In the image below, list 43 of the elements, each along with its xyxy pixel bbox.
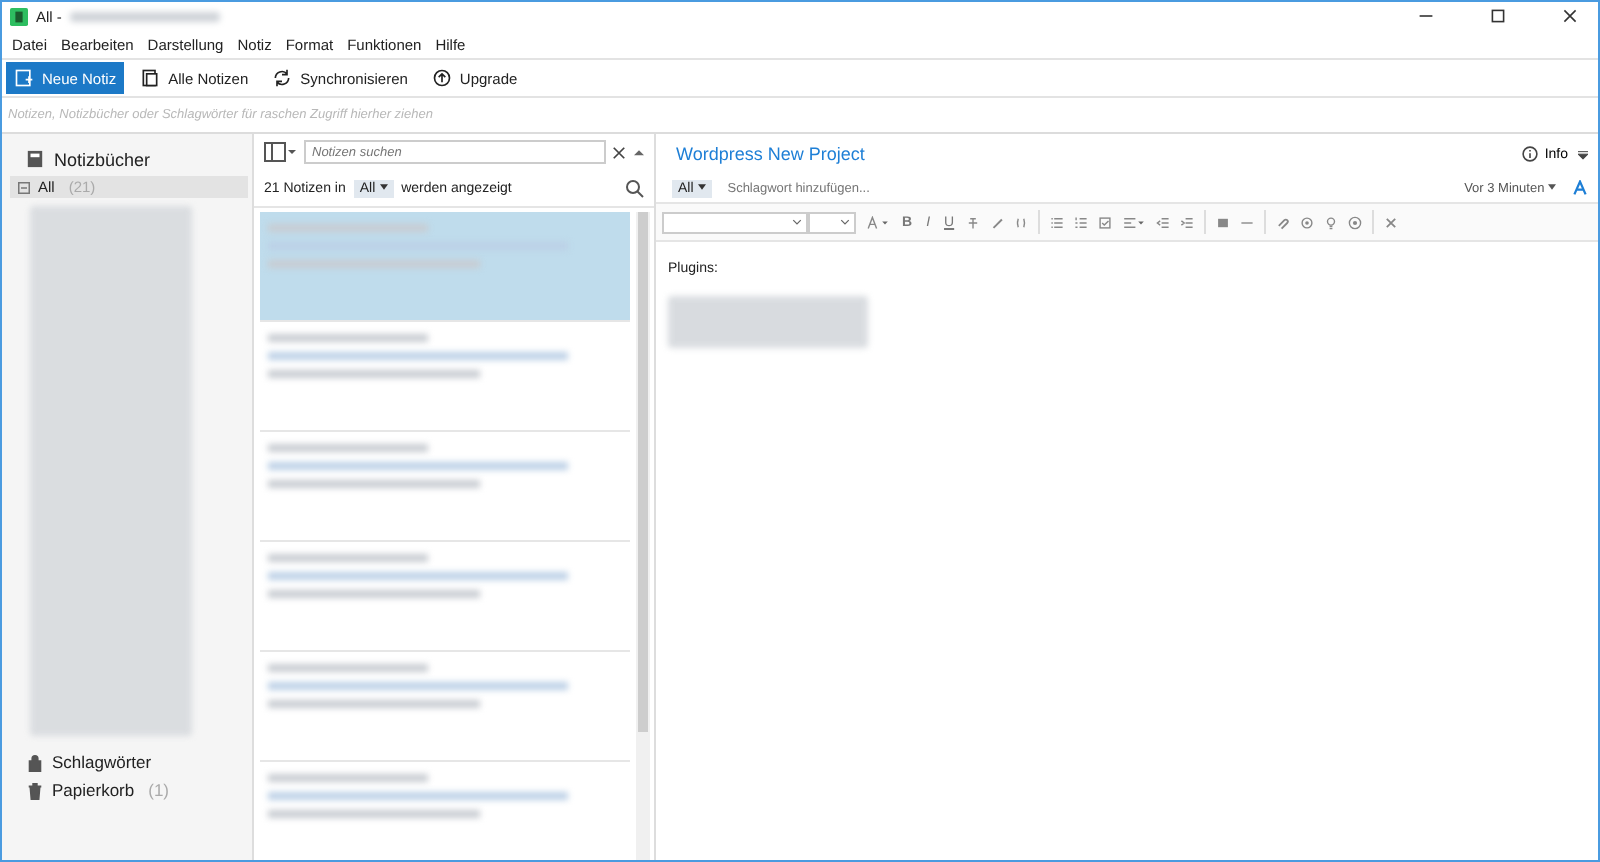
maximize-icon[interactable] [1490,8,1506,24]
trash-icon [26,781,44,799]
sidebar-heading: Notizbücher [54,149,151,169]
chevron-down-icon [792,218,802,226]
outdent-icon[interactable] [1156,215,1171,229]
clear-format-icon[interactable] [1384,215,1399,229]
audio-icon[interactable] [1300,215,1315,229]
collapse-icon[interactable] [634,148,644,156]
numbered-list-icon[interactable] [1074,215,1089,229]
search-icon[interactable] [624,178,644,198]
caret-icon [379,184,388,191]
dropdown-caret-icon[interactable] [1578,149,1588,159]
new-note-icon [14,68,34,88]
caret-icon [697,184,706,191]
caret-icon [1548,184,1556,191]
upgrade-icon [431,68,452,88]
sidebar-item[interactable]: Papierkorb (1) [2,776,252,804]
chevron-down-icon [840,218,850,226]
text-color-icon[interactable] [866,215,890,229]
notes-icon [140,68,161,88]
clear-icon[interactable] [612,145,626,159]
app-icon [10,7,28,25]
table-icon[interactable] [1216,215,1231,229]
sync-icon [272,68,293,88]
collapse-box-icon[interactable] [18,181,30,193]
encrypt-icon[interactable] [1348,215,1363,229]
font-style-icon[interactable] [1572,180,1588,196]
code-block-icon[interactable] [1014,215,1029,229]
sidebar-item[interactable]: Schlagwörter [2,748,252,776]
lightbulb-icon[interactable] [1324,215,1339,229]
scrollbar[interactable] [636,212,650,860]
align-icon[interactable] [1122,215,1147,229]
indent-icon[interactable] [1180,215,1195,229]
tag-icon [26,753,44,771]
strikethrough-icon[interactable] [966,215,981,229]
attachment-icon[interactable] [1276,215,1291,229]
view-options-icon[interactable] [264,142,296,162]
note-title[interactable]: Wordpress New Project [676,144,865,164]
bulleted-list-icon[interactable] [1050,215,1065,229]
notebook-icon [26,150,44,168]
highlighter-icon[interactable] [990,215,1005,229]
close-icon[interactable] [1562,8,1578,24]
checkbox-icon[interactable] [1098,215,1113,229]
